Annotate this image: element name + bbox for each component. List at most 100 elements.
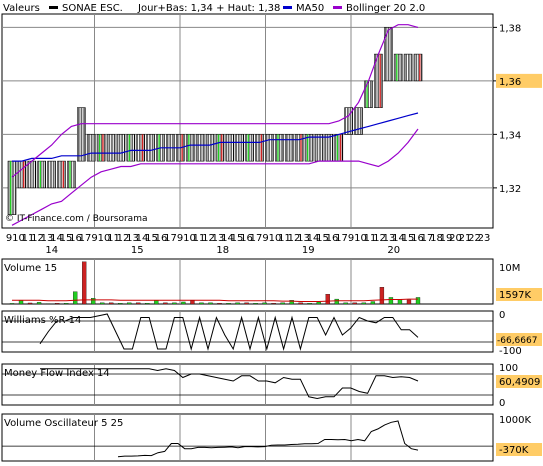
volume-bar: [100, 302, 105, 305]
williams-tick-100: -100: [499, 346, 522, 357]
vo-label: Volume Oscillateur 5 25: [4, 418, 123, 429]
candle: [195, 134, 205, 162]
credit-text: © IT-Finance.com / Boursorama: [5, 214, 147, 224]
candle: [255, 134, 264, 162]
price-plot-frame: [1, 13, 494, 229]
candle: [77, 107, 86, 162]
volume-bar: [190, 300, 195, 305]
hour-tick-label: 17: [164, 233, 177, 244]
candle: [126, 134, 136, 162]
volume-bar: [91, 298, 96, 305]
volume-bar: [145, 303, 150, 305]
volume-bar: [54, 303, 60, 305]
volume-last-value: 1597K: [499, 290, 531, 301]
volume-bar: [271, 303, 276, 305]
volume-bar: [406, 299, 412, 305]
volume-bar: [280, 302, 285, 305]
volume-bar: [316, 301, 321, 305]
candle: [334, 134, 344, 162]
mfi-tick-0: 0: [499, 398, 505, 409]
volume-bar: [244, 302, 249, 305]
candle: [146, 134, 155, 162]
volume-bar: [361, 302, 367, 305]
mfi-last-value: 60,4909: [499, 377, 540, 388]
volume-bar: [334, 298, 339, 305]
candle: [7, 160, 17, 215]
candle: [205, 134, 215, 162]
volume-bar: [415, 297, 421, 305]
volume-bar: [298, 302, 303, 305]
volume-bar: [370, 301, 376, 305]
bollinger-legend-swatch: [333, 6, 342, 9]
price-y-tick-label: 1,32: [499, 184, 521, 195]
volume-bar: [82, 261, 87, 305]
volume-bar: [36, 302, 42, 305]
candle: [215, 134, 225, 162]
candle: [275, 134, 284, 162]
day-tick-label: 15: [131, 245, 144, 256]
candle: [314, 134, 324, 162]
volume-bar: [109, 302, 114, 305]
volume-bar: [181, 301, 186, 305]
volume-bar: [154, 300, 159, 305]
candle: [403, 53, 413, 82]
vo-tick-1000k: 1000K: [499, 415, 531, 426]
volume-bar: [172, 302, 177, 305]
volume-bar: [163, 302, 168, 305]
price-last-value: 1,36: [499, 77, 521, 88]
hour-tick-label: 17: [250, 233, 263, 244]
candle: [136, 134, 146, 162]
symbol-legend-swatch: [49, 6, 58, 9]
mfi-label: Money Flow Index 14: [4, 368, 110, 379]
candle: [17, 160, 27, 189]
header-symbol: SONAE ESC.: [62, 3, 123, 14]
volume-bar: [397, 299, 403, 305]
williams-label: Williams %R 14: [4, 315, 81, 326]
candle: [324, 134, 334, 162]
price-y-tick-label: 1,38: [499, 23, 521, 34]
candle: [27, 160, 37, 189]
volume-bar: [208, 302, 213, 305]
volume-oscillator-panel: Volume Oscillateur 5 25 1000K -370K: [1, 413, 542, 462]
volume-bar: [9, 303, 15, 305]
candle: [37, 160, 47, 189]
price-y-axis: 1,38 1,34 1,32 1,36: [493, 23, 542, 195]
volume-bar: [199, 302, 204, 305]
mfi-panel: Money Flow Index 14 100 0 60,4909: [1, 363, 542, 409]
volume-panel: Volume 15 10M 1597K: [1, 258, 542, 305]
volume-bar: [379, 287, 385, 305]
volume-bar: [325, 294, 330, 305]
candle: [265, 134, 274, 162]
header-valeurs: Valeurs: [3, 3, 40, 14]
candle: [57, 160, 66, 189]
volume-bar: [262, 302, 267, 305]
volume-bar: [235, 302, 240, 305]
day-tick-label: 14: [45, 245, 58, 256]
williams-last-value: -66,6667: [497, 336, 537, 346]
candle: [106, 134, 116, 162]
volume-bar: [352, 302, 357, 305]
volume-bar: [253, 303, 258, 305]
header-range: Jour+Bas: 1,34 + Haut: 1,38: [137, 3, 280, 14]
candle: [245, 134, 254, 162]
williams-tick-0: 0: [499, 310, 505, 321]
candle: [235, 134, 245, 162]
williams-panel: Williams %R 14 0 -100 -66,6667: [1, 310, 542, 357]
volume-bar: [118, 303, 123, 305]
candle: [185, 134, 195, 162]
candle: [225, 134, 235, 162]
vo-last-value: -370K: [499, 445, 529, 456]
volume-bar: [127, 302, 132, 305]
volume-bar: [226, 303, 231, 305]
candle: [116, 134, 126, 162]
day-tick-label: 20: [387, 245, 400, 256]
ma50-legend-swatch: [283, 6, 292, 9]
header-bollinger: Bollinger 20 2.0: [346, 3, 425, 14]
volume-bar: [136, 302, 141, 305]
hour-tick-label: 23: [478, 233, 491, 244]
volume-bar: [343, 302, 348, 305]
candle: [284, 134, 294, 162]
x-axis-days: 14 15 18 19 20: [45, 245, 400, 256]
candle: [393, 53, 403, 82]
volume-label: Volume 15: [4, 263, 57, 274]
